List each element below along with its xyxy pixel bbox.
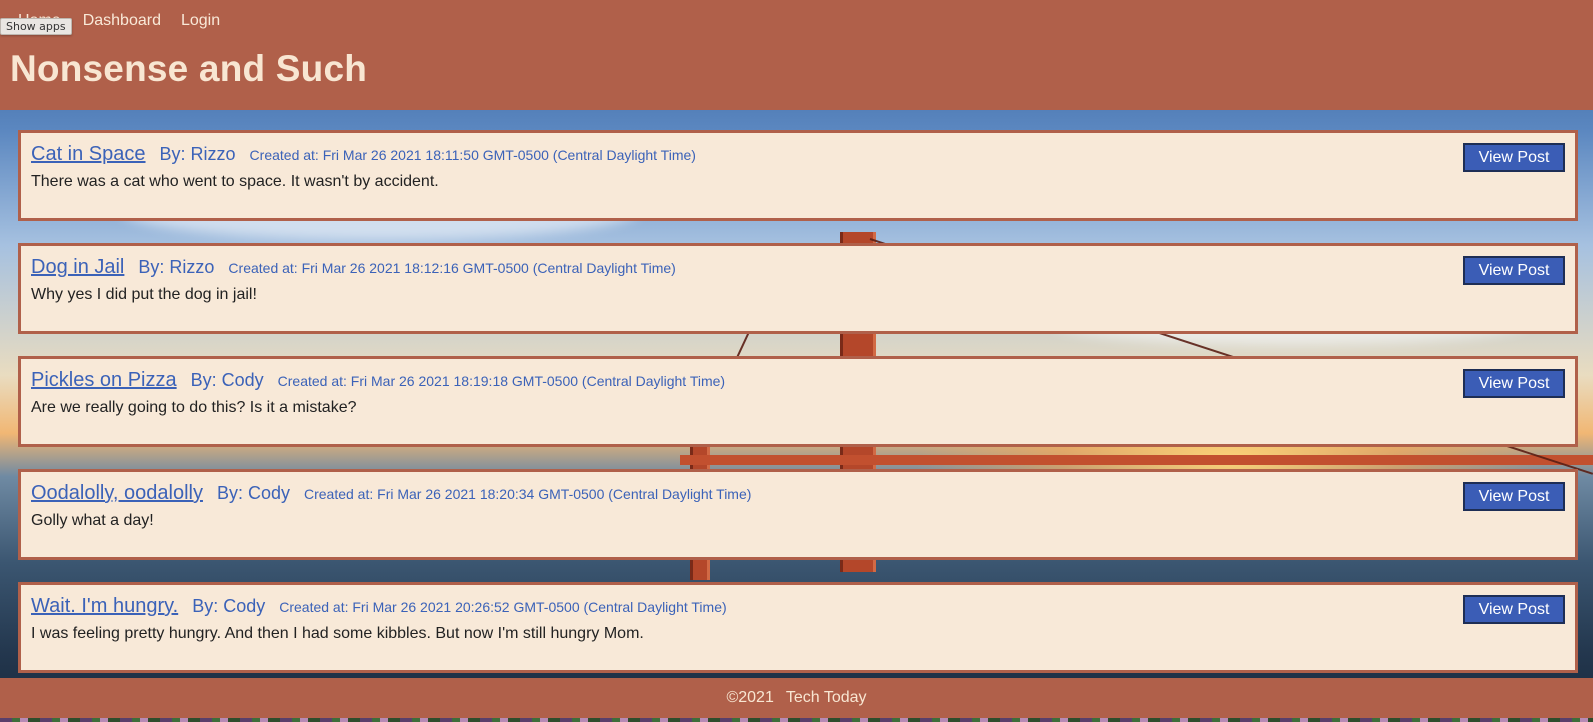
view-post-button[interactable]: View Post xyxy=(1463,595,1565,624)
post-card: Pickles on Pizza By: Cody Created at: Fr… xyxy=(18,356,1578,447)
post-header: Pickles on Pizza By: Cody Created at: Fr… xyxy=(31,369,725,392)
post-title-link[interactable]: Wait. I'm hungry. xyxy=(31,595,178,618)
site-footer: ©2021 Tech Today xyxy=(0,678,1593,718)
post-body: I was feeling pretty hungry. And then I … xyxy=(31,625,644,642)
post-title-link[interactable]: Pickles on Pizza xyxy=(31,369,177,392)
post-header: Cat in Space By: Rizzo Created at: Fri M… xyxy=(31,143,696,166)
footer-copyright: ©2021 xyxy=(726,689,774,706)
post-header: Oodalolly, oodalolly By: Cody Created at… xyxy=(31,482,751,505)
post-body: Golly what a day! xyxy=(31,512,154,529)
view-post-button[interactable]: View Post xyxy=(1463,256,1565,285)
show-apps-tooltip: Show apps xyxy=(0,18,72,35)
post-author: By: Rizzo xyxy=(138,257,215,277)
post-card: Wait. I'm hungry. By: Cody Created at: F… xyxy=(18,582,1578,673)
post-created-at: Created at: Fri Mar 26 2021 18:11:50 GMT… xyxy=(249,147,696,163)
post-body: There was a cat who went to space. It wa… xyxy=(31,173,439,190)
site-header: Home Dashboard Login Show apps Nonsense … xyxy=(0,0,1593,110)
post-title-link[interactable]: Dog in Jail xyxy=(31,256,124,279)
post-author: By: Cody xyxy=(216,483,290,503)
nav-dashboard-link[interactable]: Dashboard xyxy=(83,12,161,30)
view-post-button[interactable]: View Post xyxy=(1463,143,1565,172)
post-author: By: Cody xyxy=(190,370,264,390)
site-title: Nonsense and Such xyxy=(10,48,368,89)
post-body: Are we really going to do this? Is it a … xyxy=(31,399,357,416)
post-card: Cat in Space By: Rizzo Created at: Fri M… xyxy=(18,130,1578,221)
post-header: Wait. I'm hungry. By: Cody Created at: F… xyxy=(31,595,727,618)
post-header: Dog in Jail By: Rizzo Created at: Fri Ma… xyxy=(31,256,676,279)
post-author: By: Cody xyxy=(192,596,266,616)
post-card: Oodalolly, oodalolly By: Cody Created at… xyxy=(18,469,1578,560)
post-body: Why yes I did put the dog in jail! xyxy=(31,286,257,303)
post-created-at: Created at: Fri Mar 26 2021 18:20:34 GMT… xyxy=(303,486,752,502)
post-list: Cat in Space By: Rizzo Created at: Fri M… xyxy=(18,130,1578,695)
post-title-link[interactable]: Cat in Space xyxy=(31,143,146,166)
view-post-button[interactable]: View Post xyxy=(1463,369,1565,398)
post-card: Dog in Jail By: Rizzo Created at: Fri Ma… xyxy=(18,243,1578,334)
footer-brand-link[interactable]: Tech Today xyxy=(786,689,867,707)
post-created-at: Created at: Fri Mar 26 2021 18:19:18 GMT… xyxy=(277,373,726,389)
post-created-at: Created at: Fri Mar 26 2021 18:12:16 GMT… xyxy=(228,260,676,276)
post-created-at: Created at: Fri Mar 26 2021 20:26:52 GMT… xyxy=(279,599,727,615)
post-author: By: Rizzo xyxy=(159,144,236,164)
nav-login-link[interactable]: Login xyxy=(181,12,220,30)
post-title-link[interactable]: Oodalolly, oodalolly xyxy=(31,482,203,505)
view-post-button[interactable]: View Post xyxy=(1463,482,1565,511)
